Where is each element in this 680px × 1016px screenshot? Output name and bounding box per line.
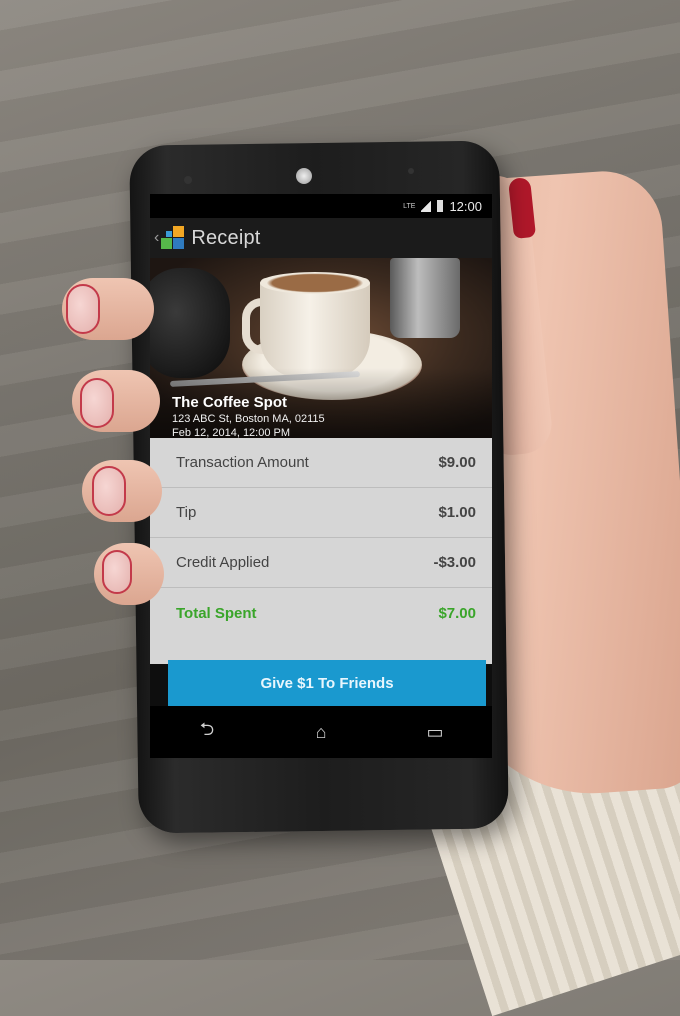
sensor-dot [184,176,192,184]
receipt-list: Transaction Amount $9.00 Tip $1.00 Credi… [150,438,492,664]
transaction-datetime: Feb 12, 2014, 12:00 PM [172,427,291,438]
index-fingernail [66,284,100,334]
battery-icon [437,200,444,212]
merchant-address: 123 ABC St, Boston MA, 02115 [172,413,325,425]
system-nav-bar: ⮌ ⌂ ▭ [150,706,492,758]
front-camera [296,168,312,184]
sensor-dot-right [408,168,414,174]
merchant-name: The Coffee Spot [172,394,287,411]
merchant-info: The Coffee Spot 123 ABC St, Boston MA, 0… [172,394,325,438]
jar-shape [150,268,230,378]
coffee-surface-shape [260,272,370,294]
line-item-label: Tip [176,504,197,521]
app-logo-icon [161,226,185,250]
signal-icon [421,200,432,212]
give-to-friends-button[interactable]: Give $1 To Friends [168,660,486,706]
line-item-transaction: Transaction Amount $9.00 [150,438,492,488]
total-row: Total Spent $7.00 [150,588,492,638]
chevron-left-icon[interactable]: ‹ [154,229,159,247]
line-item-label: Credit Applied [176,554,270,571]
little-fingernail [102,550,132,594]
action-bar[interactable]: ‹ Receipt [150,218,492,258]
recent-apps-icon[interactable]: ▭ [410,722,460,743]
line-item-credit: Credit Applied -$3.00 [150,538,492,588]
status-bar: LTE 12:00 [150,194,492,218]
back-icon[interactable]: ⮌ [182,717,232,747]
network-label: LTE [403,202,416,210]
page-title: Receipt [191,226,261,249]
middle-fingernail [80,378,114,428]
screen: LTE 12:00 ‹ Receipt The Coffee Spot 123 … [150,194,492,758]
line-item-amount: -$3.00 [433,554,476,571]
total-label: Total Spent [176,604,257,622]
line-item-tip: Tip $1.00 [150,488,492,538]
merchant-photo: The Coffee Spot 123 ABC St, Boston MA, 0… [150,258,492,438]
line-item-amount: $1.00 [438,504,476,521]
line-item-amount: $9.00 [438,454,476,471]
home-icon[interactable]: ⌂ [296,722,346,743]
pitcher-shape [390,258,460,338]
ring-fingernail [92,466,126,516]
line-item-label: Transaction Amount [176,454,309,471]
total-amount: $7.00 [438,604,476,622]
clock: 12:00 [449,198,482,214]
